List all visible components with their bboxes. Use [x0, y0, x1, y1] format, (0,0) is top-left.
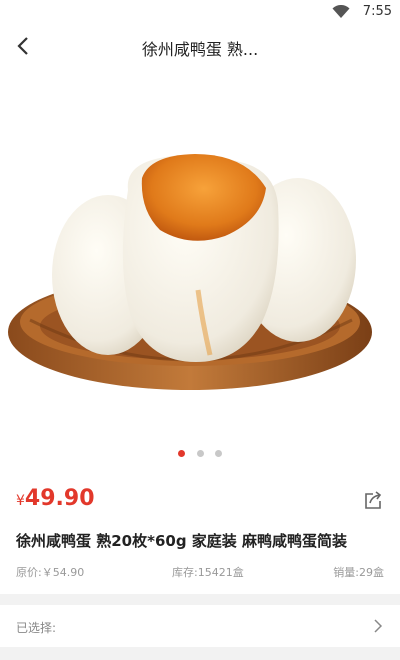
spec-selector[interactable]: 已选择: [0, 605, 400, 647]
image-pagination [0, 442, 400, 464]
nav-bar: 徐州咸鸭蛋 熟... [0, 24, 400, 70]
page-title: 徐州咸鸭蛋 熟... [141, 40, 259, 59]
original-price: 原价:￥54.90 [16, 566, 85, 579]
pagination-dot-1[interactable] [178, 450, 186, 457]
share-icon[interactable] [362, 490, 384, 512]
selection-label: 已选择: [16, 621, 57, 635]
price: ¥49.90 [16, 486, 95, 511]
product-image[interactable] [0, 70, 400, 442]
chevron-right-icon [374, 619, 383, 633]
wifi-icon [332, 5, 350, 18]
salted-egg-illustration [8, 154, 372, 390]
status-bar: 7:55 [0, 0, 400, 24]
currency-symbol: ¥ [16, 493, 25, 509]
product-title: 徐州咸鸭蛋 熟20枚*60g 家庭装 麻鸭咸鸭蛋简装 [16, 532, 347, 550]
pagination-dot-2[interactable] [196, 450, 204, 457]
pagination-dot-3[interactable] [214, 450, 222, 457]
sales-count: 销量:29盒 [333, 566, 384, 579]
price-value: 49.90 [24, 486, 95, 511]
status-time: 7:55 [362, 4, 392, 19]
stock-count: 库存:15421盒 [172, 566, 244, 579]
product-info: ¥49.90 徐州咸鸭蛋 熟20枚*60g 家庭装 麻鸭咸鸭蛋简装 原价:￥54… [0, 464, 400, 594]
